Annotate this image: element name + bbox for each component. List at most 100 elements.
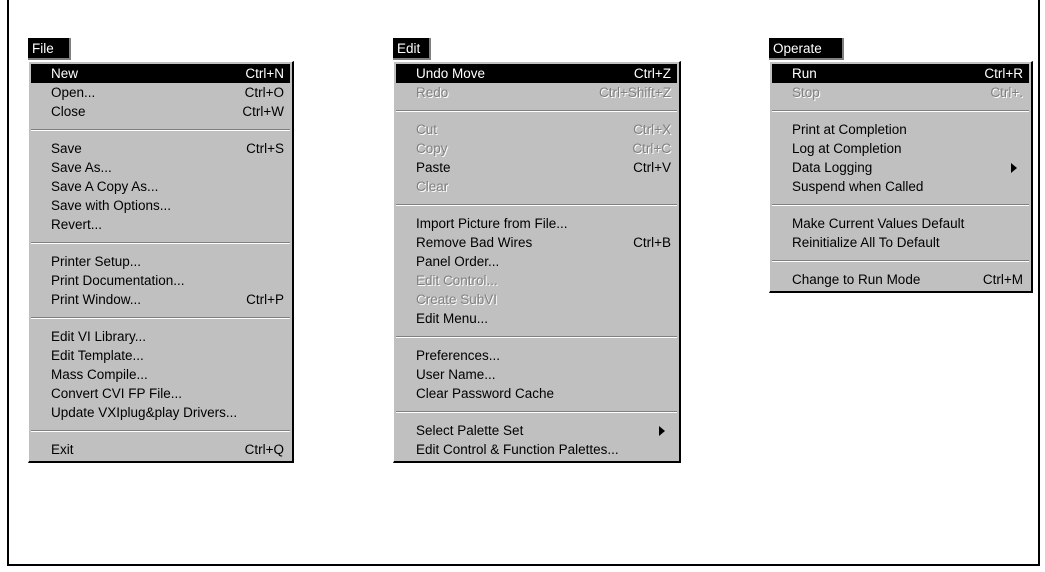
menu-item-label: Edit Control... (416, 273, 498, 288)
menu-item-label: Save (51, 141, 82, 156)
menu-item-label: Printer Setup... (51, 254, 142, 269)
menu-item-copy[interactable]: Copy Ctrl+C (396, 139, 677, 158)
menu-item-print-at-completion[interactable]: Print at Completion (772, 120, 1029, 139)
menu-item-label: Edit Control & Function Palettes... (416, 442, 619, 457)
menu-item-revert[interactable]: Revert... (31, 215, 290, 234)
menu-item-user-name[interactable]: User Name... (396, 365, 677, 384)
menu-item-save-as[interactable]: Save As... (31, 158, 290, 177)
menu-item-data-logging[interactable]: Data Logging (772, 158, 1029, 177)
menu-item-shortcut: Ctrl+P (246, 292, 284, 307)
menu-item-printer-setup[interactable]: Printer Setup... (31, 252, 290, 271)
menu-item-new[interactable]: New Ctrl+N (31, 64, 290, 83)
menu-item-panel-order[interactable]: Panel Order... (396, 252, 677, 271)
menu-item-mass-compile[interactable]: Mass Compile... (31, 365, 290, 384)
menu-item-label: Clear (416, 179, 449, 194)
menu-separator (396, 336, 677, 338)
menu-separator (31, 242, 290, 244)
menu-item-edit-control-function-palettes[interactable]: Edit Control & Function Palettes... (396, 440, 677, 459)
menu-item-redo[interactable]: Redo Ctrl+Shift+Z (396, 83, 677, 102)
menu-item-open[interactable]: Open... Ctrl+O (31, 83, 290, 102)
menu-item-edit-control[interactable]: Edit Control... (396, 271, 677, 290)
menu-item-shortcut: Ctrl+S (246, 141, 284, 156)
file-menu: New Ctrl+N Open... Ctrl+O Close Ctrl+W Save… (28, 61, 294, 463)
menu-item-label: Edit Template... (51, 348, 144, 363)
menu-item-label: Change to Run Mode (792, 272, 921, 287)
menu-item-shortcut: Ctrl+V (633, 160, 671, 175)
menu-item-label: Print Window... (51, 292, 142, 307)
menu-item-clear[interactable]: Clear (396, 177, 677, 196)
menu-item-label: Data Logging (792, 160, 873, 175)
menu-item-shortcut: Ctrl+. (990, 85, 1023, 100)
menu-item-undo-move[interactable]: Undo Move Ctrl+Z (396, 64, 677, 83)
menu-item-shortcut: Ctrl+X (633, 122, 671, 137)
menu-item-make-current-values-default[interactable]: Make Current Values Default (772, 214, 1029, 233)
menu-item-print-documentation[interactable]: Print Documentation... (31, 271, 290, 290)
menu-item-save[interactable]: Save Ctrl+S (31, 139, 290, 158)
operate-menu-title[interactable]: Operate (769, 38, 844, 60)
menu-item-label: Mass Compile... (51, 367, 148, 382)
menu-item-label: Make Current Values Default (792, 216, 965, 231)
menu-item-exit[interactable]: Exit Ctrl+Q (31, 440, 290, 459)
menu-item-close[interactable]: Close Ctrl+W (31, 102, 290, 121)
menu-item-shortcut: Ctrl+Z (633, 66, 671, 81)
menu-item-import-picture[interactable]: Import Picture from File... (396, 214, 677, 233)
menu-item-label: Stop (792, 85, 820, 100)
menu-item-shortcut: Ctrl+M (982, 272, 1023, 287)
menu-item-label: Preferences... (416, 348, 501, 363)
menu-item-preferences[interactable]: Preferences... (396, 346, 677, 365)
menu-item-edit-template[interactable]: Edit Template... (31, 346, 290, 365)
menu-item-log-at-completion[interactable]: Log at Completion (772, 139, 1029, 158)
menu-item-label: Log at Completion (792, 141, 902, 156)
menu-item-label: Suspend when Called (792, 179, 924, 194)
menu-item-label: Save A Copy As... (51, 179, 159, 194)
menu-separator (772, 204, 1029, 206)
menu-item-print-window[interactable]: Print Window... Ctrl+P (31, 290, 290, 309)
menu-item-convert-cvi-fp-file[interactable]: Convert CVI FP File... (31, 384, 290, 403)
menu-item-create-subvi[interactable]: Create SubVI (396, 290, 677, 309)
menu-item-stop[interactable]: Stop Ctrl+. (772, 83, 1029, 102)
menu-item-label: User Name... (416, 367, 496, 382)
menu-item-edit-menu[interactable]: Edit Menu... (396, 309, 677, 328)
menu-item-label: Print Documentation... (51, 273, 185, 288)
menu-item-label: Convert CVI FP File... (51, 386, 183, 401)
menu-item-run[interactable]: Run Ctrl+R (772, 64, 1029, 83)
menu-separator (772, 260, 1029, 262)
menu-item-shortcut: Ctrl+Shift+Z (598, 85, 671, 100)
menu-item-label: Cut (416, 122, 438, 137)
menu-item-paste[interactable]: Paste Ctrl+V (396, 158, 677, 177)
menu-item-label: New (51, 66, 79, 81)
menu-separator (396, 411, 677, 413)
menu-item-change-to-run-mode[interactable]: Change to Run Mode Ctrl+M (772, 270, 1029, 289)
menu-item-shortcut: Ctrl+W (242, 104, 284, 119)
menu-item-reinitialize-all-to-default[interactable]: Reinitialize All To Default (772, 233, 1029, 252)
menu-item-label: Reinitialize All To Default (792, 235, 940, 250)
menu-item-label: Close (51, 104, 86, 119)
file-menu-title[interactable]: File (28, 38, 71, 60)
menu-separator (31, 129, 290, 131)
menu-item-save-with-options[interactable]: Save with Options... (31, 196, 290, 215)
edit-menu: Undo Move Ctrl+Z Redo Ctrl+Shift+Z Cut Ctrl… (393, 61, 681, 463)
menu-separator (396, 204, 677, 206)
menu-item-label: Panel Order... (416, 254, 500, 269)
menu-item-clear-password-cache[interactable]: Clear Password Cache (396, 384, 677, 403)
menu-item-remove-bad-wires[interactable]: Remove Bad Wires Ctrl+B (396, 233, 677, 252)
menu-item-edit-vi-library[interactable]: Edit VI Library... (31, 327, 290, 346)
menu-item-label: Edit Menu... (416, 311, 489, 326)
menu-item-label: Import Picture from File... (416, 216, 568, 231)
menu-item-select-palette-set[interactable]: Select Palette Set (396, 421, 677, 440)
menu-item-label: Update VXIplug&play Drivers... (51, 405, 238, 420)
menu-item-shortcut: Ctrl+B (633, 235, 671, 250)
menu-item-label: Open... (51, 85, 96, 100)
menu-item-label: Clear Password Cache (416, 386, 555, 401)
submenu-arrow-icon (659, 426, 665, 436)
edit-menu-title[interactable]: Edit (393, 38, 431, 60)
menu-item-cut[interactable]: Cut Ctrl+X (396, 120, 677, 139)
menu-item-suspend-when-called[interactable]: Suspend when Called (772, 177, 1029, 196)
menu-item-label: Edit VI Library... (51, 329, 147, 344)
menu-item-label: Undo Move (416, 66, 486, 81)
menu-item-shortcut: Ctrl+O (244, 85, 284, 100)
menu-item-save-a-copy-as[interactable]: Save A Copy As... (31, 177, 290, 196)
menu-item-label: Copy (416, 141, 448, 156)
menu-separator (396, 110, 677, 112)
menu-item-update-vxiplugplay-drivers[interactable]: Update VXIplug&play Drivers... (31, 403, 290, 422)
